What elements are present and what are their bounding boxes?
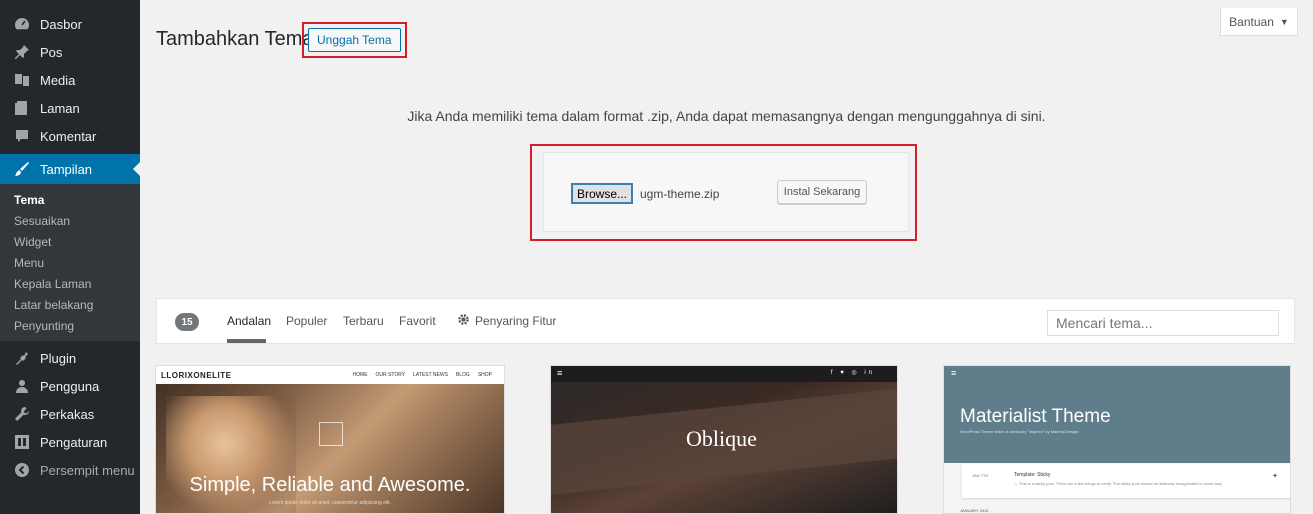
submenu-themes[interactable]: Tema (0, 190, 140, 211)
post-date: JAN 7TH (972, 473, 989, 478)
user-icon (12, 376, 32, 396)
social-icons: f ♥ ◎ in (830, 370, 875, 376)
collapse-menu-button[interactable]: Persempit menu (0, 456, 140, 484)
tab-featured[interactable]: Andalan (227, 314, 271, 328)
appearance-submenu: Tema Sesuaikan Widget Menu Kepala Laman … (0, 184, 140, 341)
nav-item: OUR STORY (375, 372, 406, 378)
menu-label: Tampilan (40, 161, 93, 177)
nav-item: BLOG (455, 372, 470, 378)
submenu-editor[interactable]: Penyunting (0, 316, 140, 337)
theme-preview-nav: HOME OUR STORY LATEST NEWS BLOG SHOP (353, 372, 492, 378)
menu-posts[interactable]: Pos (0, 38, 140, 66)
active-tab-indicator (227, 339, 266, 343)
upload-help-text: Jika Anda memiliki tema dalam format .zi… (407, 108, 1046, 124)
caret-down-icon: ▼ (1279, 16, 1289, 27)
theme-search-input[interactable] (1047, 310, 1279, 336)
submenu-customize[interactable]: Sesuaikan (0, 211, 140, 232)
help-label: Bantuan (1229, 14, 1274, 29)
pin-icon: ✦ (1272, 473, 1278, 480)
collapse-icon (12, 460, 32, 480)
plugin-icon (12, 348, 32, 368)
submenu-header[interactable]: Kepala Laman (0, 274, 140, 295)
theme-preview-title: Oblique (686, 426, 757, 451)
menu-media[interactable]: Media (0, 66, 140, 94)
post-text: — This is a sticky post. There are a few… (1014, 481, 1223, 486)
install-now-button[interactable]: Instal Sekarang (777, 180, 867, 204)
theme-count-badge: 15 (175, 313, 199, 331)
theme-logo: LLORIXONELITE (161, 371, 232, 380)
browse-button[interactable]: Browse... (571, 183, 633, 204)
submenu-background[interactable]: Latar belakang (0, 295, 140, 316)
menu-label: Pos (40, 44, 63, 60)
theme-card-materialist[interactable]: ≡ Materialist Theme WordPress Theme whic… (943, 365, 1291, 514)
submenu-menus[interactable]: Menu (0, 253, 140, 274)
post-title: Template: Sticky (1014, 472, 1051, 478)
menu-settings[interactable]: Pengaturan (0, 428, 140, 456)
tab-latest[interactable]: Terbaru (343, 314, 384, 328)
post-month: JANUARY 2012 (960, 508, 989, 513)
menu-label: Pengaturan (40, 434, 108, 450)
dashboard-icon (12, 14, 32, 34)
theme-card-oblique[interactable]: ≡ f ♥ ◎ in Oblique (550, 365, 898, 514)
pin-icon (12, 42, 32, 62)
page-title: Tambahkan Tema (156, 28, 314, 50)
menu-users[interactable]: Pengguna (0, 372, 140, 400)
tab-favorites[interactable]: Favorit (399, 314, 436, 328)
theme-preview-headline: Simple, Reliable and Awesome. (189, 474, 471, 496)
selected-file-name: ugm-theme.zip (640, 187, 720, 201)
theme-preview-post: JAN 7TH Template: Sticky — This is a sti… (962, 464, 1290, 498)
admin-sidebar: Dasbor Pos Media Laman Komentar Tampilan… (0, 0, 141, 514)
menu-tools[interactable]: Perkakas (0, 400, 140, 428)
gear-icon (457, 313, 470, 329)
wrench-icon (12, 404, 32, 424)
settings-icon (12, 432, 32, 452)
menu-dashboard[interactable]: Dasbor (0, 10, 140, 38)
feature-filter-button[interactable]: Penyaring Fitur (457, 313, 556, 329)
menu-label: Laman (40, 100, 80, 116)
upload-theme-button[interactable]: Unggah Tema (308, 28, 401, 52)
nav-item: HOME (352, 372, 368, 378)
comment-icon (12, 126, 32, 146)
media-icon (12, 70, 32, 90)
menu-label: Pengguna (40, 378, 100, 394)
menu-appearance[interactable]: Tampilan (0, 154, 141, 184)
theme-filter-bar: 15 Andalan Populer Terbaru Favorit Penya… (156, 298, 1295, 344)
menu-label: Dasbor (40, 16, 82, 32)
theme-preview-subtext: Lorem ipsum dolor sit amet, consectetur … (269, 500, 391, 506)
nav-item: SHOP (477, 372, 492, 378)
brush-icon (12, 159, 32, 179)
page-icon (12, 98, 32, 118)
help-tab[interactable]: Bantuan ▼ (1220, 8, 1298, 36)
theme-preview-tagline: WordPress Theme which is obviously "insp… (960, 429, 1079, 434)
submenu-widgets[interactable]: Widget (0, 232, 140, 253)
menu-comments[interactable]: Komentar (0, 122, 140, 150)
menu-pages[interactable]: Laman (0, 94, 140, 122)
menu-label: Komentar (40, 128, 97, 144)
feature-filter-label: Penyaring Fitur (475, 314, 557, 328)
tab-popular[interactable]: Populer (286, 314, 327, 328)
nav-item: LATEST NEWS (413, 372, 448, 378)
hamburger-icon: ≡ (557, 368, 563, 378)
hamburger-icon: ≡ (951, 368, 957, 378)
menu-plugins[interactable]: Plugin (0, 344, 140, 372)
theme-preview-title: Materialist Theme (960, 406, 1111, 427)
collapse-label: Persempit menu (40, 462, 135, 478)
menu-label: Media (40, 72, 76, 88)
menu-label: Perkakas (40, 406, 95, 422)
menu-label: Plugin (40, 350, 77, 366)
upload-button-highlight: Unggah Tema (302, 22, 407, 58)
theme-card-llorix[interactable]: LLORIXONELITE HOME OUR STORY LATEST NEWS… (155, 365, 505, 514)
theme-logo-box (319, 422, 343, 446)
